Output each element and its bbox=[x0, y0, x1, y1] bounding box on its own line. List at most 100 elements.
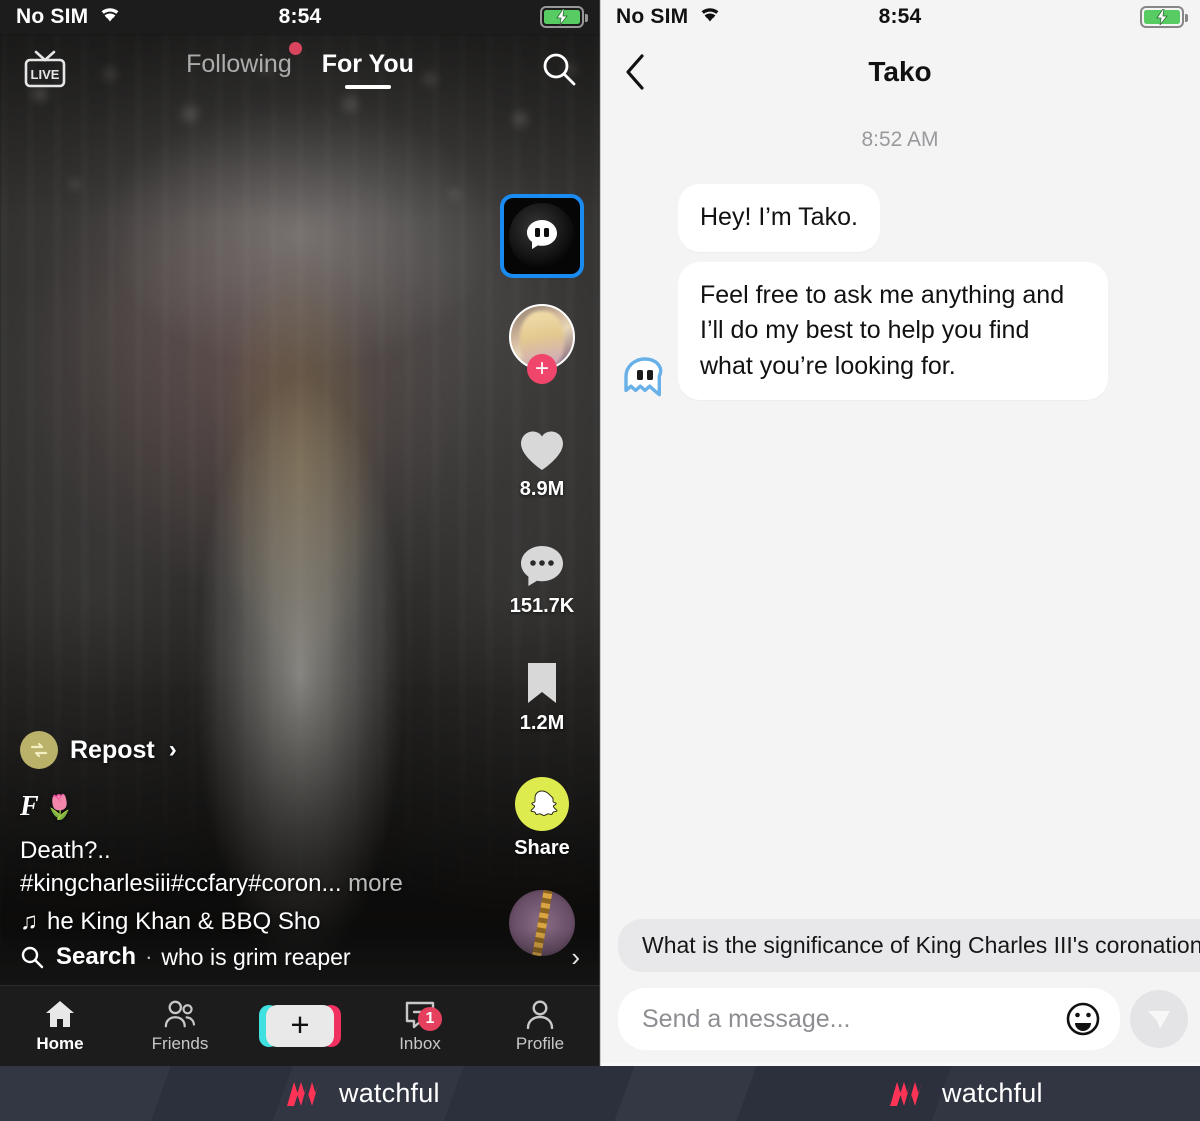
conversation-timestamp: 8:52 AM bbox=[861, 128, 939, 151]
live-tv-icon[interactable]: LIVE bbox=[22, 49, 68, 89]
list-item: Hey! I’m Tako. bbox=[600, 184, 1200, 252]
follow-plus-icon[interactable]: + bbox=[527, 354, 557, 384]
screenshot-root: No SIM 8:54 LIVE Following For You + 8.9… bbox=[0, 0, 1200, 1121]
feed-search-label: Search bbox=[56, 943, 137, 970]
carrier-label: No SIM bbox=[16, 5, 89, 28]
feed-search-separator: · bbox=[145, 944, 153, 969]
bottom-tab-bar: Home Friends + 1 Inbox Profile bbox=[0, 985, 600, 1066]
chat-bubble: Feel free to ask me anything and I’ll do… bbox=[678, 261, 1108, 400]
carrier-label: No SIM bbox=[616, 5, 689, 28]
share-label: Share bbox=[514, 837, 570, 859]
feed-top-nav: LIVE Following For You bbox=[0, 34, 600, 104]
tab-for-you[interactable]: For You bbox=[322, 50, 414, 89]
chevron-right-icon: › bbox=[571, 941, 580, 972]
tiktok-feed-panel: No SIM 8:54 LIVE Following For You + 8.9… bbox=[0, 0, 600, 1066]
tab-bar-item-friends[interactable]: Friends bbox=[120, 999, 240, 1054]
create-plus-icon[interactable]: + bbox=[259, 1005, 341, 1047]
footer-watermark-bar: watchful watchful bbox=[0, 1066, 1200, 1121]
watchful-logo-icon bbox=[890, 1081, 922, 1106]
status-bar-right: No SIM 8:54 bbox=[600, 0, 1200, 34]
caption-more-link[interactable]: more bbox=[348, 870, 403, 897]
status-bar-right-group bbox=[540, 6, 588, 28]
comment-count: 151.7K bbox=[509, 595, 575, 617]
video-caption-block: Repost › F 🌷 Death?.. #kingcharlesiii#cc… bbox=[20, 731, 460, 936]
snapchat-icon bbox=[515, 777, 569, 831]
comment-button[interactable]: 151.7K bbox=[509, 543, 575, 618]
video-player[interactable]: LIVE Following For You + 8.9M 151.7K 1.2… bbox=[0, 34, 600, 1066]
caption-hashtags: #kingcharlesiii#ccfary#coron... bbox=[20, 869, 342, 897]
page-title: Tako bbox=[868, 56, 932, 87]
search-icon[interactable] bbox=[540, 50, 578, 88]
svg-text:LIVE: LIVE bbox=[31, 67, 60, 82]
message-input[interactable]: Send a message... bbox=[618, 988, 1120, 1050]
panel-divider bbox=[599, 0, 601, 1066]
tab-following-dot-badge bbox=[288, 41, 302, 55]
send-button[interactable] bbox=[1130, 990, 1188, 1048]
feed-action-rail: + 8.9M 151.7K 1.2M Share bbox=[494, 194, 590, 956]
tako-assistant-button[interactable] bbox=[500, 194, 584, 278]
message-composer: Send a message... bbox=[618, 988, 1188, 1050]
caption-hashtags-row[interactable]: #kingcharlesiii#ccfary#coron... more bbox=[20, 868, 460, 900]
comment-icon bbox=[521, 546, 563, 586]
repost-icon bbox=[20, 731, 58, 770]
status-bar-left: No SIM 8:54 bbox=[0, 0, 600, 34]
tab-active-underline bbox=[344, 84, 391, 89]
heart-icon bbox=[521, 431, 563, 470]
author-handle-mark: F bbox=[20, 791, 39, 823]
tab-following-label: Following bbox=[186, 49, 292, 78]
share-button[interactable]: Share bbox=[514, 777, 570, 860]
wifi-icon bbox=[97, 4, 123, 30]
inbox-unread-badge: 1 bbox=[418, 1006, 442, 1031]
repost-button[interactable]: Repost › bbox=[20, 731, 460, 770]
tab-following[interactable]: Following bbox=[186, 41, 302, 79]
list-item: Feel free to ask me anything and I’ll do… bbox=[600, 261, 1200, 400]
emoji-smiley-icon[interactable] bbox=[1064, 1000, 1102, 1038]
repost-label: Repost bbox=[70, 735, 155, 764]
caption-text: Death?.. bbox=[20, 837, 111, 865]
home-icon bbox=[46, 1000, 74, 1027]
tab-bar-item-home[interactable]: Home bbox=[0, 999, 120, 1054]
watchful-logo-icon bbox=[287, 1081, 319, 1106]
avatar-slot bbox=[622, 356, 678, 400]
status-bar-left-group: No SIM bbox=[16, 4, 123, 30]
battery-charging-icon bbox=[540, 6, 588, 28]
feed-search-query: who is grim reaper bbox=[161, 943, 351, 970]
chat-header: Tako bbox=[600, 34, 1200, 110]
tab-bar-item-create[interactable]: + bbox=[240, 1005, 360, 1047]
status-bar-right-group bbox=[1140, 6, 1188, 28]
tab-for-you-label: For You bbox=[321, 49, 414, 78]
watermark-right-text: watchful bbox=[942, 1078, 1043, 1108]
tab-bar-item-inbox[interactable]: 1 Inbox bbox=[360, 999, 480, 1054]
bookmark-button[interactable]: 1.2M bbox=[520, 660, 564, 735]
tab-bar-item-profile[interactable]: Profile bbox=[480, 999, 600, 1054]
chat-bubble: Hey! I’m Tako. bbox=[678, 184, 880, 252]
feed-tabs: Following For You bbox=[0, 41, 600, 89]
wifi-icon bbox=[697, 4, 723, 30]
send-arrow-icon bbox=[1148, 1011, 1170, 1029]
back-chevron-icon[interactable] bbox=[622, 52, 648, 92]
tako-ghost-icon bbox=[624, 357, 663, 397]
status-bar-left-group: No SIM bbox=[616, 4, 723, 30]
profile-icon bbox=[526, 999, 554, 1029]
tulip-emoji-icon: 🌷 bbox=[44, 793, 75, 821]
author-handle-row[interactable]: F 🌷 bbox=[20, 791, 460, 823]
like-count: 8.9M bbox=[519, 478, 565, 500]
like-button[interactable]: 8.9M bbox=[518, 428, 566, 501]
friends-icon bbox=[164, 1000, 196, 1027]
message-input-placeholder: Send a message... bbox=[642, 1004, 851, 1033]
watermark-left-text: watchful bbox=[339, 1078, 440, 1108]
search-icon bbox=[20, 945, 44, 969]
battery-charging-icon bbox=[1140, 6, 1188, 28]
feed-search-suggestion-bar[interactable]: Search · who is grim reaper › bbox=[0, 929, 600, 985]
tab-bar-label-friends: Friends bbox=[151, 1033, 209, 1053]
suggested-prompt-chip[interactable]: What is the significance of King Charles… bbox=[618, 919, 1200, 972]
tab-bar-label-inbox: Inbox bbox=[399, 1033, 441, 1053]
chat-footer: What is the significance of King Charles… bbox=[600, 919, 1200, 1066]
tab-bar-label-home: Home bbox=[36, 1033, 84, 1053]
watermark-right: watchful bbox=[888, 1066, 1043, 1121]
author-avatar[interactable]: + bbox=[509, 304, 575, 384]
bookmark-icon bbox=[528, 663, 556, 703]
tab-bar-label-profile: Profile bbox=[515, 1033, 565, 1053]
chevron-right-icon: › bbox=[168, 736, 177, 764]
watermark-left: watchful bbox=[285, 1066, 440, 1121]
